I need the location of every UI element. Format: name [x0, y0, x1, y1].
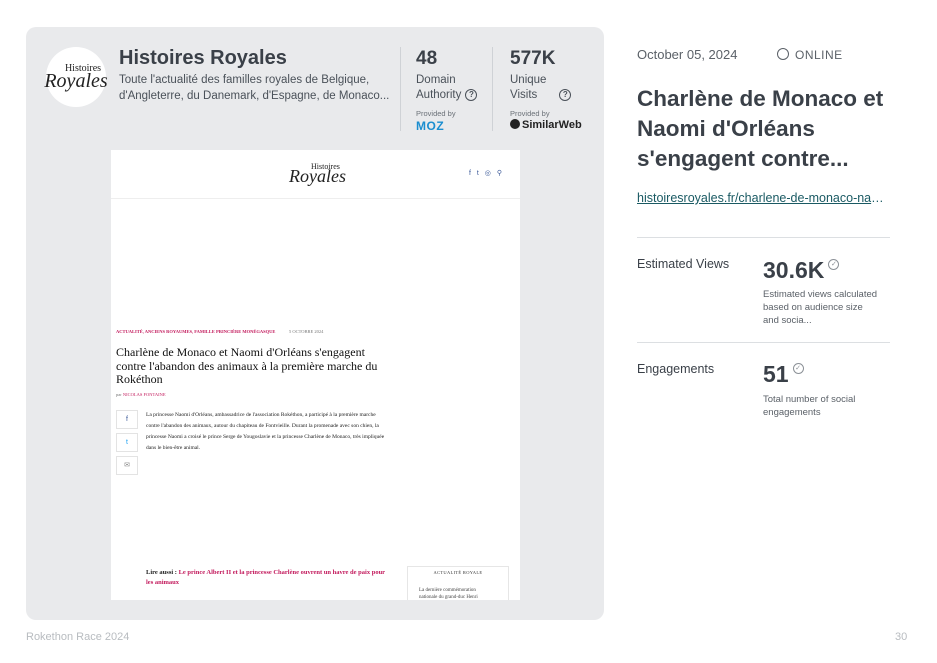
estimated-views-value: 30.6K ✓: [763, 257, 840, 284]
unique-visits-label: Unique Visits?: [510, 73, 572, 103]
sidebar-title: ACTUALITÉ ROYALE: [433, 570, 483, 575]
estimated-views-label: Estimated Views: [637, 257, 730, 271]
publication-name: Histoires Royales: [119, 47, 287, 69]
moz-logo: MOZ: [416, 119, 445, 133]
author-name: NICOLAS FONTAINE: [122, 392, 166, 397]
check-circle-icon[interactable]: ✓: [792, 363, 804, 374]
help-icon[interactable]: ?: [465, 88, 478, 101]
report-title: Rokethon Race 2024: [26, 631, 130, 643]
screenshot-logo-big: Royales: [289, 166, 346, 186]
screenshot-header: Histoires Royales f t ◎ ⚲: [111, 150, 520, 199]
article-link[interactable]: histoiresroyales.fr/charlene-de-monaco-n…: [637, 191, 887, 205]
article-title: Charlène de Monaco et Naomi d'Orléans s'…: [637, 86, 884, 171]
status-label: ONLINE: [795, 48, 843, 62]
read-also-prefix: Lire aussi :: [146, 569, 177, 576]
logo-text-big: Royales: [44, 70, 108, 92]
provided-by-label: Provided by: [510, 109, 550, 118]
divider: [400, 47, 401, 131]
engagements-description: Total number of social engagements: [763, 394, 856, 418]
publication-description: Toute l'actualité des familles royales d…: [119, 74, 390, 102]
engagements-number: 51: [763, 361, 789, 387]
facebook-share-icon: f: [116, 410, 138, 429]
screenshot-author: par NICOLAS FONTAINE: [116, 392, 166, 397]
domain-authority-label-line1: Domain: [416, 74, 456, 86]
engagements-value: 51 ✓: [763, 361, 804, 388]
article-date: October 05, 2024: [637, 47, 738, 62]
globe-icon: [777, 48, 789, 60]
similarweb-icon: [510, 119, 520, 129]
estimated-views-description: Estimated views calculated based on audi…: [763, 289, 878, 326]
similarweb-label: SimilarWeb: [522, 119, 582, 131]
author-prefix: par: [116, 392, 122, 397]
views-number: 30.6K: [763, 257, 825, 283]
article-screenshot: Histoires Royales f t ◎ ⚲ ACTUALITÉ, ANC…: [111, 150, 520, 600]
unique-visits-value: 577K: [510, 48, 556, 69]
divider: [492, 47, 493, 131]
domain-authority-label: Domain Authority?: [416, 73, 478, 103]
screenshot-date: 5 OCTOBRE 2024: [289, 329, 324, 334]
unique-visits-label-line2: Visits: [510, 89, 538, 101]
engagements-label: Engagements: [637, 362, 715, 376]
divider: [637, 342, 890, 343]
domain-authority-value: 48: [416, 48, 438, 69]
screenshot-social-icons: f t ◎ ⚲: [469, 170, 504, 177]
publication-card: Histoires Royales Histoires Royales Tout…: [26, 27, 604, 620]
read-also-link: Le prince Albert II et la princesse Char…: [146, 569, 385, 586]
similarweb-logo: SimilarWeb: [510, 119, 582, 131]
help-icon[interactable]: ?: [559, 88, 572, 101]
screenshot-read-also: Lire aussi : Le prince Albert II et la p…: [146, 568, 386, 588]
screenshot-categories: ACTUALITÉ, ANCIENS ROYAUMES, FAMILLE PRI…: [116, 329, 276, 334]
provided-by-label: Provided by: [416, 109, 456, 118]
screenshot-sidebar: ACTUALITÉ ROYALE La dernière commémorati…: [407, 566, 509, 600]
publication-logo: Histoires Royales: [44, 47, 108, 107]
divider: [637, 237, 890, 238]
sidebar-text: La dernière commémoration nationale du g…: [419, 588, 478, 600]
domain-authority-label-line2: Authority: [416, 89, 462, 101]
check-circle-icon[interactable]: ✓: [828, 259, 840, 270]
page-number: 30: [895, 631, 908, 643]
screenshot-body: La princesse Naomi d'Orléans, ambassadri…: [146, 412, 385, 451]
twitter-share-icon: t: [116, 433, 138, 452]
status-badge: ONLINE: [777, 48, 843, 62]
screenshot-title: Charlène de Monaco et Naomi d'Orléans s'…: [116, 345, 378, 386]
unique-visits-label-line1: Unique: [510, 74, 547, 86]
email-share-icon: ✉: [116, 456, 138, 475]
